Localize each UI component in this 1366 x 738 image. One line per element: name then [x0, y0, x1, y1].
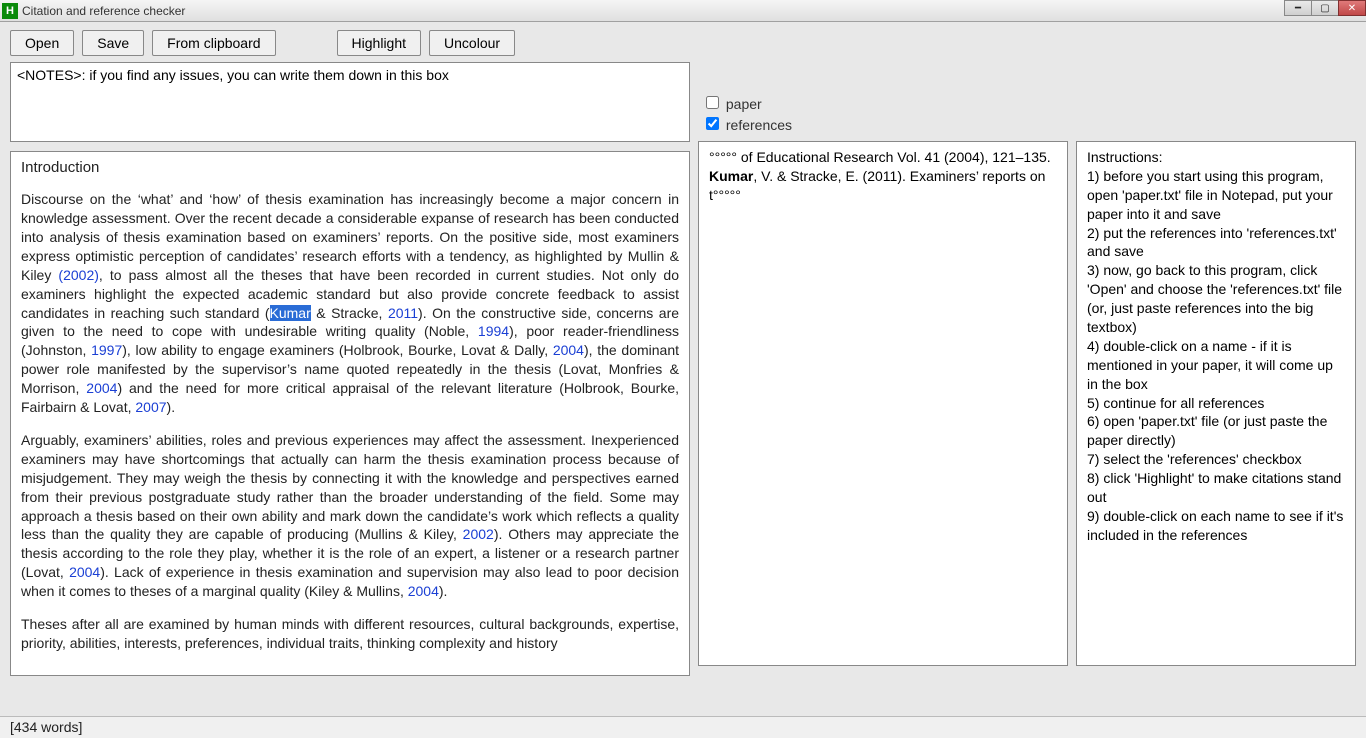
paper-checkbox[interactable]	[706, 96, 719, 109]
reference-author-bold: Kumar	[709, 168, 753, 184]
toolbar-spacer	[284, 30, 329, 56]
citation-year: 2004	[553, 342, 584, 358]
citation-year: 2004	[408, 583, 439, 599]
paper-text: ).	[439, 583, 448, 599]
save-button[interactable]: Save	[82, 30, 144, 56]
instruction-step: 9) double-click on each name to see if i…	[1087, 507, 1345, 545]
paper-checkbox-label[interactable]: paper	[702, 93, 1356, 112]
right-column: paper references °°°°° of Educational Re…	[698, 151, 1356, 676]
reference-line: °°°°° of Educational Research Vol. 41 (2…	[709, 148, 1057, 167]
notes-container	[10, 62, 690, 145]
paper-text: ).	[167, 399, 176, 415]
citation-year: (2002)	[58, 267, 98, 283]
citation-year: 2007	[135, 399, 166, 415]
close-button[interactable]: ✕	[1338, 0, 1366, 16]
references-checkbox[interactable]	[706, 117, 719, 130]
instruction-step: 4) double-click on a name - if it is men…	[1087, 337, 1345, 394]
from-clipboard-button[interactable]: From clipboard	[152, 30, 275, 56]
citation-year: 1997	[91, 342, 122, 358]
instruction-step: 1) before you start using this program, …	[1087, 167, 1345, 224]
checkbox-group: paper references	[698, 91, 1356, 135]
instructions-panel[interactable]: Instructions: 1) before you start using …	[1076, 141, 1356, 666]
window-controls: ━ ▢ ✕	[1285, 0, 1366, 16]
citation-year: 2004	[86, 380, 117, 396]
paper-heading: Introduction	[21, 158, 679, 178]
paper-text: ). Lack of experience in thesis examinat…	[21, 564, 679, 599]
paper-text: ), low ability to engage examiners (Holb…	[122, 342, 553, 358]
toolbar: Open Save From clipboard Highlight Uncol…	[0, 22, 1366, 62]
paper-text: ) and the need for more critical apprais…	[21, 380, 679, 415]
word-count: [434 words]	[10, 719, 82, 735]
status-bar: [434 words]	[0, 716, 1366, 738]
window-title: Citation and reference checker	[22, 4, 185, 18]
open-button[interactable]: Open	[10, 30, 74, 56]
instruction-step: 2) put the references into 'references.t…	[1087, 224, 1345, 262]
citation-author-highlighted: Kumar	[270, 305, 311, 321]
references-panel[interactable]: °°°°° of Educational Research Vol. 41 (2…	[698, 141, 1068, 666]
main-columns: Introduction Discourse on the ‘what’ and…	[0, 151, 1366, 676]
paper-paragraph-1: Discourse on the ‘what’ and ‘how’ of the…	[21, 190, 679, 417]
instruction-step: 5) continue for all references	[1087, 394, 1345, 413]
paper-panel[interactable]: Introduction Discourse on the ‘what’ and…	[10, 151, 690, 676]
citation-year: 2011	[388, 305, 418, 321]
checkbox-text: paper	[726, 96, 762, 112]
instruction-step: 8) click 'Highlight' to make citations s…	[1087, 469, 1345, 507]
paper-paragraph-3: Theses after all are examined by human m…	[21, 615, 679, 653]
highlight-button[interactable]: Highlight	[337, 30, 421, 56]
maximize-button[interactable]: ▢	[1311, 0, 1339, 16]
citation-year: 2002	[463, 526, 494, 542]
reference-line: Kumar, V. & Stracke, E. (2011). Examiner…	[709, 167, 1057, 205]
app-icon: H	[2, 3, 18, 19]
paper-paragraph-2: Arguably, examiners’ abilities, roles an…	[21, 431, 679, 601]
checkbox-text: references	[726, 117, 792, 133]
right-panels-row: °°°°° of Educational Research Vol. 41 (2…	[698, 141, 1356, 666]
paper-text: & Stracke,	[311, 305, 388, 321]
instruction-step: 6) open 'paper.txt' file (or just paste …	[1087, 412, 1345, 450]
uncolour-button[interactable]: Uncolour	[429, 30, 515, 56]
references-checkbox-label[interactable]: references	[702, 114, 1356, 133]
notes-textarea[interactable]	[10, 62, 690, 142]
instruction-step: 7) select the 'references' checkbox	[1087, 450, 1345, 469]
instructions-title: Instructions:	[1087, 148, 1345, 167]
minimize-button[interactable]: ━	[1284, 0, 1312, 16]
citation-year: 1994	[478, 323, 509, 339]
titlebar: H Citation and reference checker ━ ▢ ✕	[0, 0, 1366, 22]
citation-year: 2004	[69, 564, 100, 580]
instruction-step: 3) now, go back to this program, click '…	[1087, 261, 1345, 337]
reference-text: , V. & Stracke, E. (2011). Examiners’ re…	[709, 168, 1045, 203]
